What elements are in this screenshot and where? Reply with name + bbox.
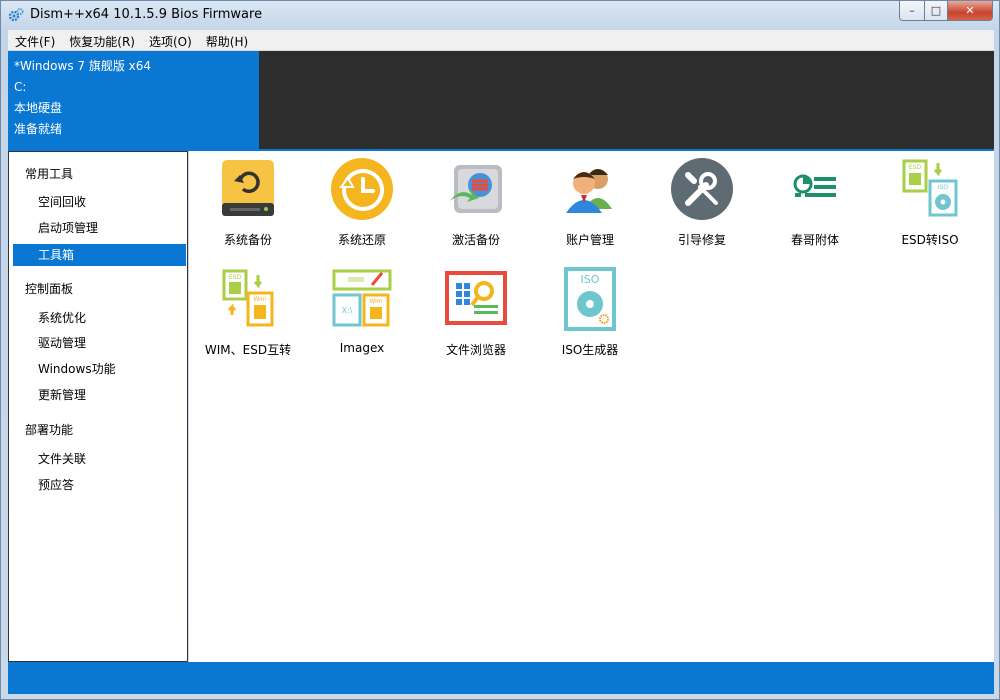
gears-icon	[8, 8, 24, 22]
os-name: *Windows 7 旗舰版 x64	[14, 59, 152, 73]
tool-label: 文件浏览器	[445, 343, 506, 357]
status-text: 准备就绪	[14, 122, 63, 136]
wim-text: Wim	[369, 298, 382, 305]
tool-label: WIM、ESD互转	[204, 343, 292, 357]
sidebar-item-answer-file[interactable]: 预应答	[13, 474, 186, 496]
sidebar-item-startup-manager[interactable]: 启动项管理	[13, 217, 186, 239]
menu-file[interactable]: 文件(F)	[8, 30, 62, 50]
tool-boot-repair[interactable]: 引导修复	[646, 157, 758, 253]
sidebar-item-space-cleanup[interactable]: 空间回收	[13, 191, 186, 213]
menu-bar: 文件(F) 恢复功能(R) 选项(O) 帮助(H)	[8, 30, 994, 51]
tool-label: ESD转ISO	[901, 233, 959, 247]
minimize-button[interactable]: –	[899, 1, 925, 21]
menu-help[interactable]: 帮助(H)	[199, 30, 255, 50]
tool-system-restore[interactable]: 系统还原	[306, 157, 418, 253]
backup-drive-icon	[222, 160, 274, 216]
tool-label: ISO生成器	[561, 343, 619, 357]
maximize-button[interactable]: □	[925, 1, 948, 21]
tool-system-backup[interactable]: 系统备份	[192, 157, 304, 253]
users-icon	[566, 169, 612, 213]
toolbox-panel: 系统备份 系统还原 激活备份 账户管理 引导修复 春哥附体 ESD ISO ES…	[189, 151, 994, 662]
esd-to-iso-icon: ESD ISO	[902, 159, 958, 217]
tool-label: 系统还原	[337, 233, 386, 247]
wrench-screwdriver-icon	[671, 158, 733, 220]
iso-text: ISO	[938, 184, 949, 191]
esd-text: ESD	[229, 274, 242, 281]
sidebar: 常用工具 空间回收 启动项管理 工具箱 控制面板 系统优化 驱动管理 Windo…	[8, 151, 188, 662]
tool-label: Imagex	[339, 341, 385, 355]
sidebar-item-toolbox[interactable]: 工具箱	[13, 244, 186, 266]
sidebar-item-driver-manager[interactable]: 驱动管理	[13, 332, 186, 354]
status-bar	[8, 662, 994, 694]
tool-label: 系统备份	[223, 233, 272, 247]
sidebar-item-system-optimize[interactable]: 系统优化	[13, 307, 186, 329]
sidebar-item-file-association[interactable]: 文件关联	[13, 448, 186, 470]
file-browser-icon	[445, 271, 507, 325]
close-button[interactable]: ✕	[948, 1, 993, 21]
tool-activation-backup[interactable]: 激活备份	[420, 157, 532, 253]
tool-label: 引导修复	[677, 233, 726, 247]
wim-text: Wim	[253, 296, 266, 303]
title-bar[interactable]: Dism++x64 10.1.5.9 Bios Firmware – □ ✕	[1, 1, 999, 29]
sidebar-item-windows-features[interactable]: Windows功能	[13, 358, 186, 380]
toggle-list-icon	[793, 174, 836, 197]
window-controls: – □ ✕	[899, 1, 993, 21]
tool-wim-esd-convert[interactable]: ESD Wim WIM、ESD互转	[192, 267, 304, 363]
menu-options[interactable]: 选项(O)	[142, 30, 199, 50]
sidebar-section-deployment: 部署功能	[25, 423, 74, 437]
tool-iso-generator[interactable]: ISO ISO生成器	[534, 267, 646, 363]
app-window: Dism++x64 10.1.5.9 Bios Firmware – □ ✕ 文…	[0, 0, 1000, 700]
restore-clock-icon	[331, 158, 393, 220]
drive-text: X:\	[342, 306, 353, 315]
activation-backup-icon	[450, 165, 502, 213]
tool-chunge[interactable]: 春哥附体	[759, 157, 871, 253]
sidebar-item-update-manager[interactable]: 更新管理	[13, 384, 186, 406]
drive-letter: C:	[14, 80, 27, 94]
tool-esd-to-iso[interactable]: ESD ISO ESD转ISO	[874, 157, 986, 253]
iso-text: ISO	[581, 273, 600, 286]
tool-label: 激活备份	[451, 233, 500, 247]
session-list-area[interactable]	[259, 51, 994, 149]
menu-restore[interactable]: 恢复功能(R)	[62, 30, 142, 50]
tool-file-browser[interactable]: 文件浏览器	[420, 267, 532, 363]
disk-type: 本地硬盘	[14, 101, 63, 115]
imagex-icon: X:\ Wim	[332, 269, 392, 327]
wim-esd-convert-icon: ESD Wim	[222, 269, 274, 327]
tool-label: 账户管理	[565, 233, 614, 247]
sidebar-section-control-panel: 控制面板	[25, 282, 74, 296]
session-info-panel[interactable]: *Windows 7 旗舰版 x64 C: 本地硬盘 准备就绪	[8, 51, 259, 149]
tool-label: 春哥附体	[790, 233, 839, 247]
iso-generator-icon: ISO	[564, 267, 616, 331]
tool-account-manager[interactable]: 账户管理	[534, 157, 646, 253]
window-title: Dism++x64 10.1.5.9 Bios Firmware	[30, 7, 263, 22]
tool-imagex[interactable]: X:\ Wim Imagex	[306, 267, 418, 363]
sidebar-section-common-tools: 常用工具	[25, 167, 74, 181]
esd-text: ESD	[909, 164, 922, 171]
